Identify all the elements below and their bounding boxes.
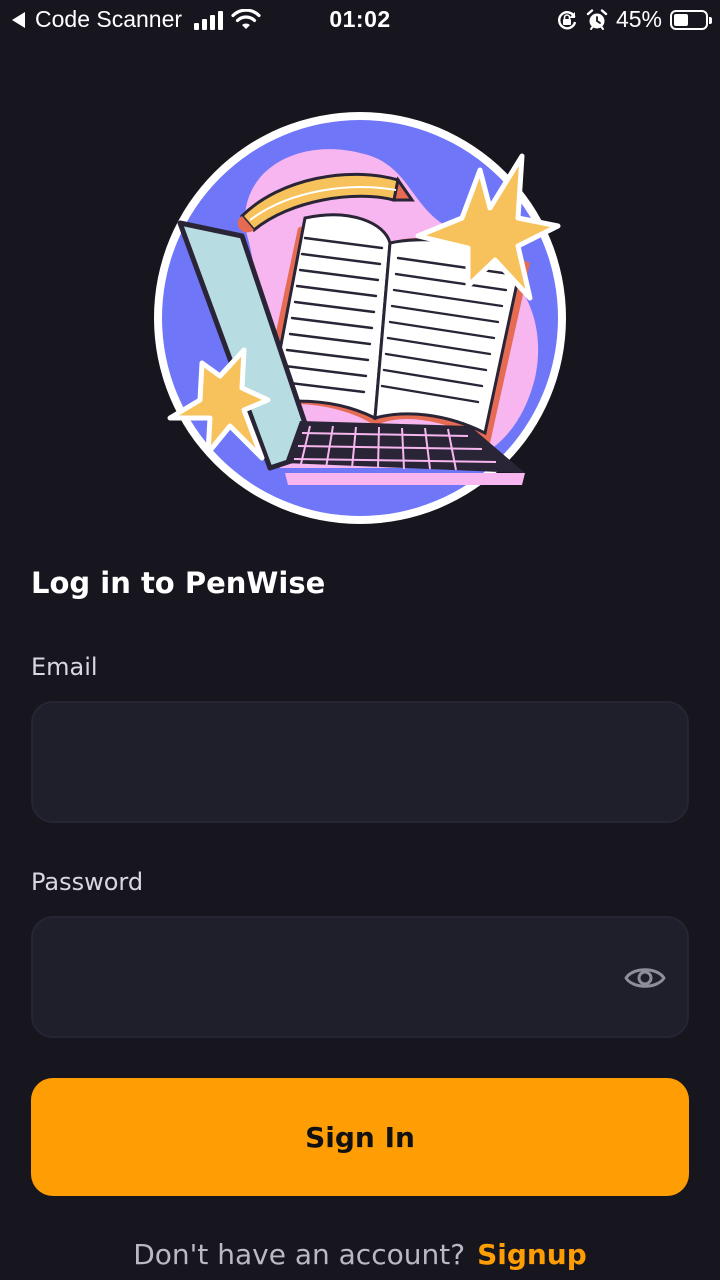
signup-prompt: Don't have an account? [133, 1238, 466, 1271]
battery-percent: 45% [615, 6, 662, 32]
status-bar: Code Scanner 01:02 45% [0, 0, 720, 40]
email-field[interactable] [31, 701, 689, 823]
email-label: Email [31, 653, 98, 681]
sign-in-button[interactable]: Sign In [31, 1078, 689, 1196]
password-label: Password [31, 868, 144, 896]
password-field[interactable] [31, 916, 689, 1038]
alarm-icon [586, 8, 608, 30]
status-bar-right: 45% [556, 6, 712, 33]
signup-row: Don't have an account? Signup [0, 1238, 720, 1271]
eye-icon[interactable] [623, 962, 667, 994]
signup-link[interactable]: Signup [477, 1238, 587, 1271]
email-input[interactable] [57, 703, 663, 821]
password-input[interactable] [57, 918, 597, 1036]
battery-level-fill [674, 13, 688, 26]
hero-illustration [154, 112, 566, 524]
battery-icon [670, 9, 712, 30]
rotation-lock-icon [557, 10, 577, 29]
page-title: Log in to PenWise [31, 566, 326, 600]
